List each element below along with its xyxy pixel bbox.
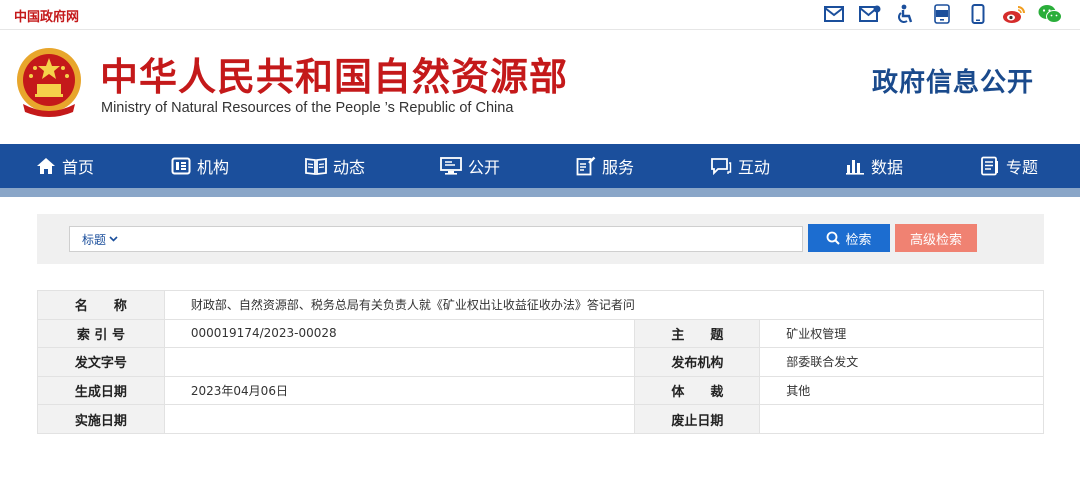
search-field-wrapper: 标题 bbox=[69, 226, 803, 252]
nav-item-org[interactable]: 机构 bbox=[171, 154, 229, 178]
nav-label: 动态 bbox=[333, 158, 366, 177]
date-value: 2023年04月06日 bbox=[163, 375, 636, 406]
search-button-label: 检索 bbox=[845, 232, 872, 248]
main-content: 标题 检索 高级检索 名 称 财政部、自然资源部、税务总局有关负责人就《矿业权出… bbox=[0, 197, 1080, 480]
nav-item-public[interactable]: 公开 bbox=[440, 154, 500, 178]
ministry-title-en: Ministry of Natural Resources of the Peo… bbox=[101, 100, 514, 116]
name-label: 名 称 bbox=[37, 290, 165, 320]
docno-label: 发文字号 bbox=[37, 347, 165, 377]
site-header: 中华人民共和国自然资源部 Ministry of Natural Resourc… bbox=[0, 30, 1080, 144]
search-scope-select[interactable]: 标题 bbox=[70, 231, 118, 248]
nav-label: 互动 bbox=[738, 158, 771, 177]
nav-item-news[interactable]: 动态 bbox=[305, 154, 365, 178]
nav-item-data[interactable]: 数据 bbox=[845, 154, 903, 178]
section-title: 政府信息公开 bbox=[871, 68, 1034, 98]
nav-label: 服务 bbox=[602, 158, 635, 177]
nav-label: 公开 bbox=[468, 158, 501, 177]
mail-icon[interactable] bbox=[822, 3, 846, 25]
nav-label: 机构 bbox=[197, 158, 230, 177]
mobile-icon[interactable] bbox=[966, 3, 990, 25]
effective-date-label: 实施日期 bbox=[37, 404, 165, 434]
table-row: 发文字号 发布机构 部委联合发文 bbox=[37, 347, 1044, 377]
search-scope-label: 标题 bbox=[82, 232, 107, 247]
expire-date-label: 废止日期 bbox=[634, 404, 761, 434]
ministry-title-cn: 中华人民共和国自然资源部 bbox=[100, 55, 569, 99]
nav-item-service[interactable]: 服务 bbox=[576, 154, 634, 178]
table-row: 生成日期 2023年04月06日 体 裁 其他 bbox=[37, 375, 1044, 406]
document-info-table: 名 称 财政部、自然资源部、税务总局有关负责人就《矿业权出让收益征收办法》答记者… bbox=[37, 290, 1045, 434]
docno-value bbox=[163, 347, 636, 377]
search-button[interactable]: 检索 bbox=[808, 224, 890, 252]
genre-value: 其他 bbox=[759, 375, 1044, 406]
advanced-search-button[interactable]: 高级检索 bbox=[895, 224, 977, 252]
accessibility-icon[interactable] bbox=[894, 3, 918, 25]
nav-item-interact[interactable]: 互动 bbox=[710, 154, 770, 178]
table-row: 索 引 号 000019174/2023-00028 主 题 矿业权管理 bbox=[37, 318, 1044, 349]
gov-site-link[interactable]: 中国政府网 bbox=[14, 6, 79, 25]
monitor-icon bbox=[440, 157, 462, 175]
index-label: 索 引 号 bbox=[37, 318, 165, 349]
search-icon bbox=[827, 231, 841, 245]
genre-label: 体 裁 bbox=[634, 375, 761, 406]
bar-chart-icon bbox=[846, 160, 864, 175]
publisher-value: 部委联合发文 bbox=[759, 347, 1044, 377]
nav-item-home[interactable]: 首页 bbox=[36, 154, 94, 178]
nav-label: 首页 bbox=[62, 158, 95, 177]
topic-label: 主 题 bbox=[634, 318, 761, 349]
expire-date-value bbox=[759, 404, 1044, 434]
wechat-icon[interactable] bbox=[1038, 3, 1062, 25]
table-row: 名 称 财政部、自然资源部、税务总局有关负责人就《矿业权出让收益征收办法》答记者… bbox=[37, 290, 1045, 320]
national-emblem-icon bbox=[13, 46, 85, 118]
nav-item-topics[interactable]: 专题 bbox=[980, 154, 1038, 178]
app-icon[interactable] bbox=[930, 3, 954, 25]
edit-doc-icon bbox=[576, 156, 596, 176]
org-icon bbox=[171, 157, 191, 175]
topic-value: 矿业权管理 bbox=[759, 318, 1044, 349]
search-input[interactable] bbox=[126, 228, 802, 250]
index-value: 000019174/2023-00028 bbox=[163, 318, 636, 349]
chat-icon bbox=[711, 158, 732, 175]
weibo-icon[interactable] bbox=[1002, 3, 1026, 25]
chevron-down-icon bbox=[109, 236, 118, 242]
top-bar: 中国政府网 bbox=[0, 0, 1080, 30]
table-row: 实施日期 废止日期 bbox=[37, 404, 1044, 434]
home-icon bbox=[37, 158, 55, 174]
publisher-label: 发布机构 bbox=[634, 347, 761, 377]
top-icons bbox=[822, 3, 1062, 25]
nav-label: 数据 bbox=[871, 158, 904, 177]
name-value: 财政部、自然资源部、税务总局有关负责人就《矿业权出让收益征收办法》答记者问 bbox=[163, 290, 1045, 320]
mail-alt-icon[interactable] bbox=[858, 3, 882, 25]
doc-list-icon bbox=[981, 156, 998, 176]
nav-label: 专题 bbox=[1006, 158, 1039, 177]
main-nav: 首页 机构 动态 公开 服务 互动 数据 专题 bbox=[0, 144, 1080, 188]
book-icon bbox=[305, 157, 327, 175]
date-label: 生成日期 bbox=[37, 375, 165, 406]
search-panel: 标题 检索 高级检索 bbox=[37, 214, 1044, 264]
nav-subbar bbox=[0, 188, 1080, 197]
effective-date-value bbox=[163, 404, 636, 434]
